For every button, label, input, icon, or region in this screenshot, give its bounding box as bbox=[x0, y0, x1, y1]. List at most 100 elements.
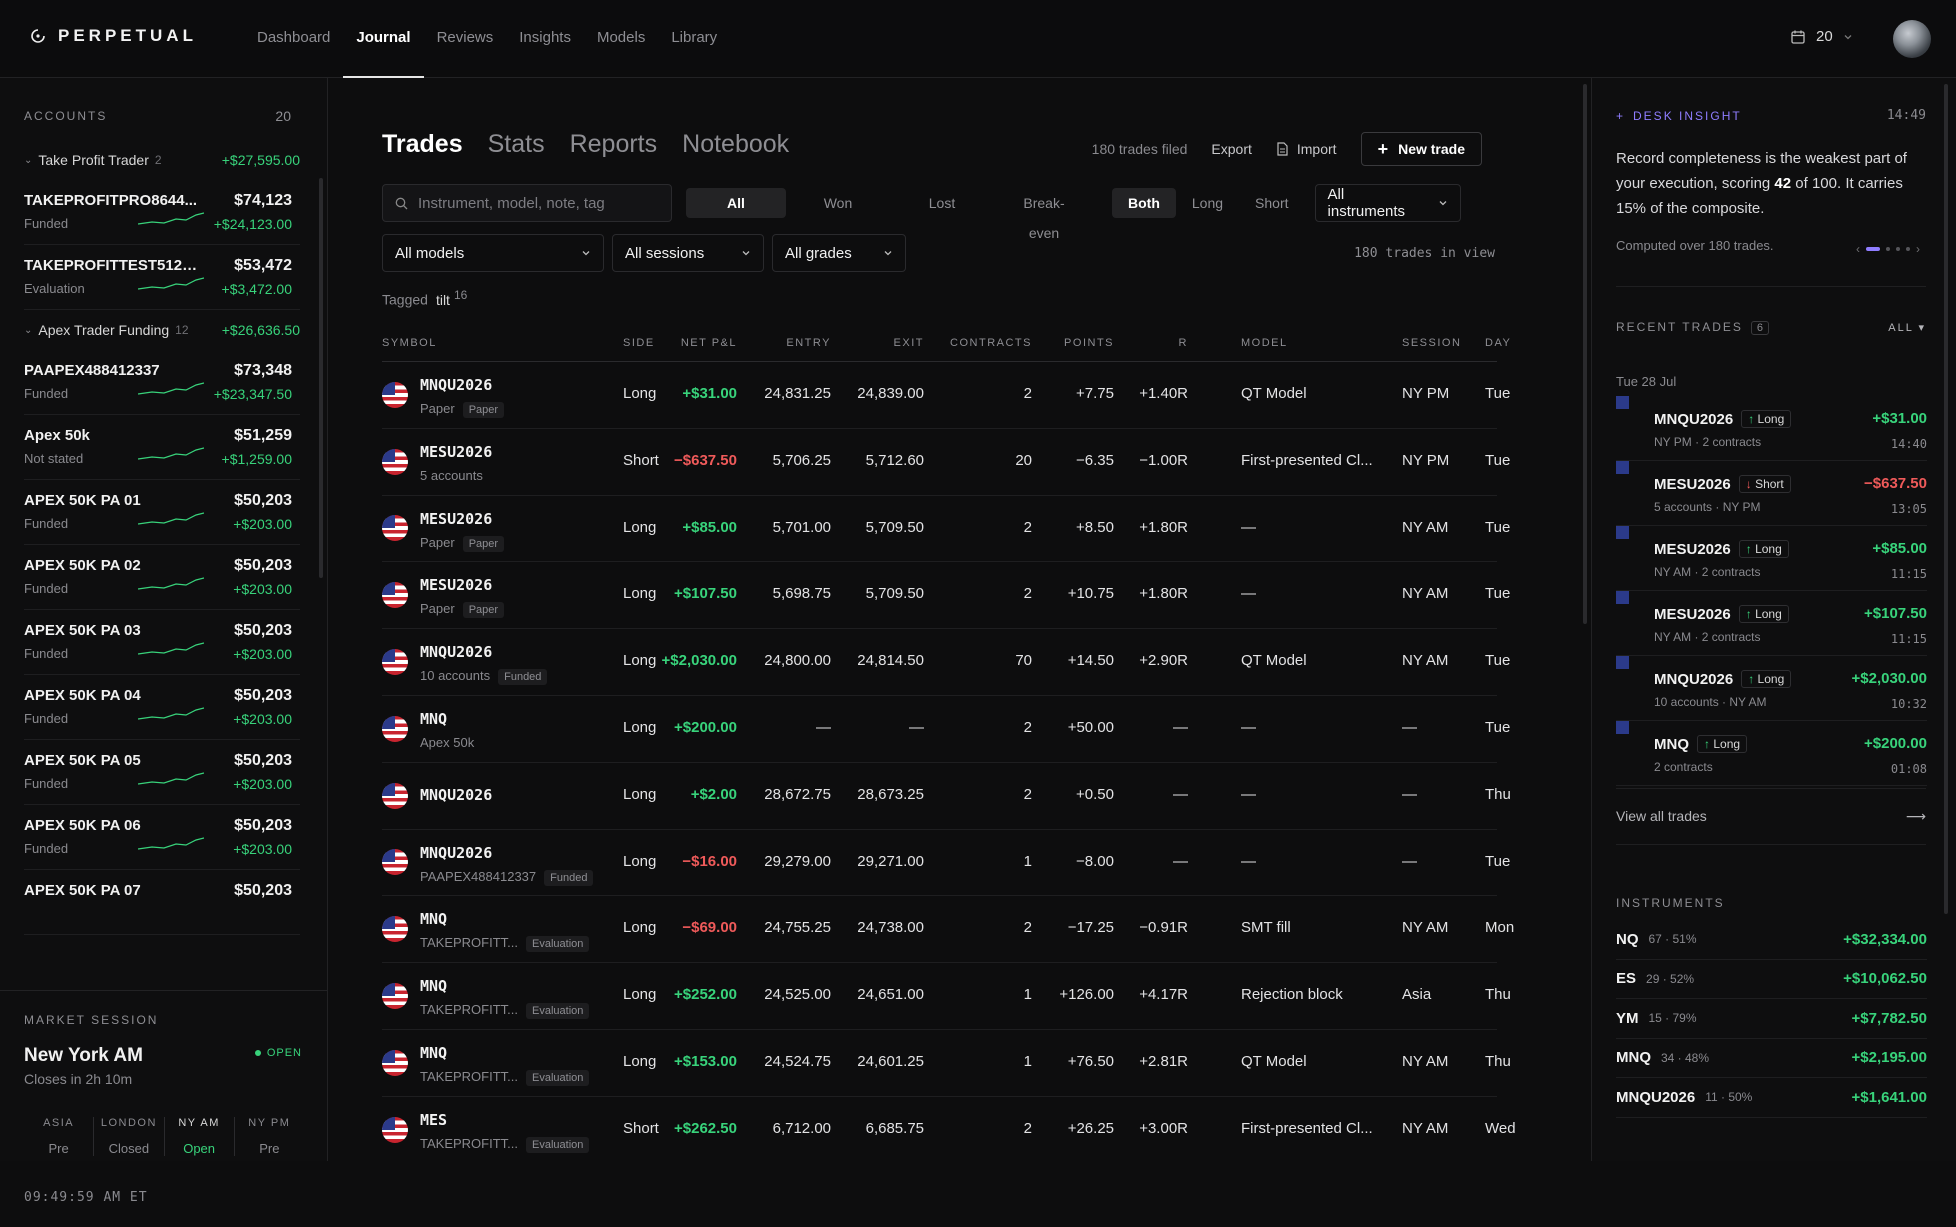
carousel-dot[interactable] bbox=[1906, 247, 1910, 251]
table-row[interactable]: MNQ Apex 50k Long +$200.00 — — 2 +50.00 — — — Tue bbox=[382, 696, 1510, 763]
panel-scrollbar[interactable] bbox=[1944, 84, 1948, 914]
account-item[interactable]: Apex 50k $51,259 Not stated +$1,259.00 bbox=[24, 415, 300, 480]
col-exit[interactable]: EXIT bbox=[894, 337, 924, 349]
trade-points: +8.50 bbox=[1076, 518, 1114, 536]
carousel-dot[interactable] bbox=[1896, 247, 1900, 251]
trade-side: Long bbox=[623, 1052, 657, 1070]
recent-trade-item[interactable]: MESU2026 ↓ Short 5 accounts · NY PM −$637.5… bbox=[1616, 461, 1927, 526]
table-row[interactable]: MESU2026 Paper Paper Long +$107.50 5,698.75 5,… bbox=[382, 562, 1510, 630]
account-item[interactable]: APEX 50K PA 04 $50,203 Funded +$203.00 bbox=[24, 675, 300, 740]
new-trade-button[interactable]: + New trade bbox=[1360, 132, 1482, 166]
export-button[interactable]: Export bbox=[1211, 141, 1251, 157]
tab-notebook[interactable]: Notebook bbox=[682, 130, 789, 159]
trade-session: — bbox=[1402, 718, 1417, 736]
brand[interactable]: PERPETUAL bbox=[30, 26, 197, 46]
nav-dashboard[interactable]: Dashboard bbox=[244, 0, 343, 78]
nav-insights[interactable]: Insights bbox=[506, 0, 584, 78]
account-item[interactable]: APEX 50K PA 05 $50,203 Funded +$203.00 bbox=[24, 740, 300, 805]
col-day[interactable]: DAY bbox=[1485, 337, 1511, 349]
recent-trades-count: 6 bbox=[1750, 321, 1770, 335]
model-select[interactable]: All models bbox=[382, 234, 604, 272]
nav-reviews[interactable]: Reviews bbox=[424, 0, 507, 78]
table-row[interactable]: MNQ TAKEPROFITT... Evaluation Long +$153.00 2… bbox=[382, 1030, 1511, 1097]
recent-trade-item[interactable]: MESU2026 ↑ Long NY AM · 2 contracts +$85.00… bbox=[1616, 526, 1927, 591]
table-row[interactable]: MES TAKEPROFITT... Evaluation Short +$262.50… bbox=[382, 1097, 1516, 1161]
table-row[interactable]: MNQU2026 10 accounts Funded Long +$2,030.00 2… bbox=[382, 629, 1510, 696]
table-row[interactable]: MNQU2026 Paper Paper Long +$31.00 24,831.25 24… bbox=[382, 362, 1510, 429]
view-all-trades-link[interactable]: View all trades ⟶ bbox=[1616, 808, 1926, 825]
trade-side: Short bbox=[623, 451, 659, 469]
recent-trade-item[interactable]: MNQ ↑ Long 2 contracts +$200.00 01:08 bbox=[1616, 721, 1927, 786]
tag-chip[interactable]: tilt bbox=[436, 292, 450, 308]
sidebar-scrollbar[interactable] bbox=[319, 178, 323, 578]
table-row[interactable]: MESU2026 Paper Paper Long +$85.00 5,701.00 5,7… bbox=[382, 496, 1510, 563]
account-group[interactable]: ⌄ Apex Trader Funding 12 +$26,636.50 bbox=[24, 310, 300, 350]
carousel-dot[interactable] bbox=[1886, 247, 1890, 251]
trade-model: — bbox=[1241, 718, 1256, 736]
col-entry[interactable]: ENTRY bbox=[786, 337, 831, 349]
account-item[interactable]: APEX 50K PA 01 $50,203 Funded +$203.00 bbox=[24, 480, 300, 545]
import-button[interactable]: Import bbox=[1276, 141, 1337, 157]
account-item[interactable]: APEX 50K PA 07 $50,203 bbox=[24, 870, 300, 935]
account-item[interactable]: APEX 50K PA 06 $50,203 Funded +$203.00 bbox=[24, 805, 300, 870]
journal-main: Trades Stats Reports Notebook 180 trades… bbox=[329, 78, 1590, 1161]
recent-trade-desc: 2 contracts bbox=[1654, 760, 1713, 774]
account-balance: $50,203 bbox=[234, 882, 292, 899]
table-row[interactable]: MNQ TAKEPROFITT... Evaluation Long +$252.00 2… bbox=[382, 963, 1511, 1030]
tab-trades[interactable]: Trades bbox=[382, 130, 463, 159]
instrument-row[interactable]: ES 29 · 52% +$10,062.50 bbox=[1616, 960, 1927, 999]
recent-trade-item[interactable]: MESU2026 ↑ Long NY AM · 2 contracts +$107.5… bbox=[1616, 591, 1927, 656]
account-group[interactable]: ⌄ Take Profit Trader 2 +$27,595.00 bbox=[24, 140, 300, 180]
col-r[interactable]: R bbox=[1179, 337, 1188, 349]
col-net-pnl[interactable]: NET P&L bbox=[681, 337, 737, 349]
col-symbol[interactable]: SYMBOL bbox=[382, 337, 437, 349]
direction-long[interactable]: Long bbox=[1176, 188, 1239, 218]
search-input[interactable]: Instrument, model, note, tag bbox=[382, 184, 672, 222]
instrument-select[interactable]: All instruments bbox=[1314, 184, 1461, 222]
col-side[interactable]: SIDE bbox=[623, 337, 655, 349]
table-row[interactable]: MNQU2026 Long +$2.00 28,672.75 28,673.25 2 +0.… bbox=[382, 763, 1511, 830]
recent-trades-filter[interactable]: ALL ▾ bbox=[1888, 321, 1926, 334]
col-points[interactable]: POINTS bbox=[1064, 337, 1114, 349]
calendar-count-dropdown[interactable]: 20 bbox=[1790, 28, 1853, 45]
col-session[interactable]: SESSION bbox=[1402, 337, 1461, 349]
account-item[interactable]: TAKEPROFITPRO8644... $74,123 Funded +$24,12… bbox=[24, 180, 300, 245]
grade-select[interactable]: All grades bbox=[772, 234, 906, 272]
outcome-lost[interactable]: Lost bbox=[890, 188, 994, 218]
nav-library[interactable]: Library bbox=[658, 0, 730, 78]
nav-journal[interactable]: Journal bbox=[343, 0, 424, 78]
account-item[interactable]: TAKEPROFITTEST51290... $53,472 Evaluation +… bbox=[24, 245, 300, 310]
main-scrollbar[interactable] bbox=[1583, 84, 1587, 624]
divider bbox=[1616, 788, 1926, 789]
account-balance: $50,203 bbox=[234, 492, 292, 509]
instrument-row[interactable]: MNQU2026 11 · 50% +$1,641.00 bbox=[1616, 1078, 1927, 1118]
instrument-row[interactable]: MNQ 34 · 48% +$2,195.00 bbox=[1616, 1039, 1927, 1078]
arrow-up-icon: ↑ bbox=[1748, 672, 1758, 686]
direction-short[interactable]: Short bbox=[1239, 188, 1304, 218]
recent-trade-item[interactable]: MNQU2026 ↑ Long NY PM · 2 contracts +$31.00… bbox=[1616, 396, 1927, 461]
outcome-won[interactable]: Won bbox=[786, 188, 890, 218]
outcome-break-even[interactable]: Break-even bbox=[994, 188, 1094, 241]
table-row[interactable]: MNQ TAKEPROFITT... Evaluation Long −$69.00 24… bbox=[382, 896, 1514, 964]
instrument-row[interactable]: YM 15 · 79% +$7,782.50 bbox=[1616, 999, 1927, 1039]
account-item[interactable]: APEX 50K PA 02 $50,203 Funded +$203.00 bbox=[24, 545, 300, 610]
table-row[interactable]: MESU2026 5 accounts Short −$637.50 5,706.25 5… bbox=[382, 429, 1510, 496]
nav-models[interactable]: Models bbox=[584, 0, 658, 78]
direction-both[interactable]: Both bbox=[1112, 188, 1176, 218]
chevron-left-icon[interactable]: ‹ bbox=[1856, 242, 1860, 256]
side-badge: ↓ Short bbox=[1738, 475, 1791, 493]
chevron-right-icon[interactable]: › bbox=[1916, 242, 1920, 256]
carousel-dot[interactable] bbox=[1866, 247, 1880, 251]
account-item[interactable]: PAAPEX488412337 $73,348 Funded +$23,347.50 bbox=[24, 350, 300, 415]
table-row[interactable]: MNQU2026 PAAPEX488412337 Funded Long −$16.00… bbox=[382, 830, 1510, 897]
col-contracts[interactable]: CONTRACTS bbox=[950, 337, 1032, 349]
recent-trade-item[interactable]: MNQU2026 ↑ Long 10 accounts · NY AM +$2,030… bbox=[1616, 656, 1927, 721]
outcome-all[interactable]: All bbox=[686, 188, 786, 218]
tab-stats[interactable]: Stats bbox=[488, 130, 545, 159]
tab-reports[interactable]: Reports bbox=[570, 130, 658, 159]
instrument-row[interactable]: NQ 67 · 51% +$32,334.00 bbox=[1616, 920, 1927, 960]
col-model[interactable]: MODEL bbox=[1241, 337, 1288, 349]
account-item[interactable]: APEX 50K PA 03 $50,203 Funded +$203.00 bbox=[24, 610, 300, 675]
session-select[interactable]: All sessions bbox=[612, 234, 764, 272]
avatar[interactable] bbox=[1893, 20, 1931, 58]
